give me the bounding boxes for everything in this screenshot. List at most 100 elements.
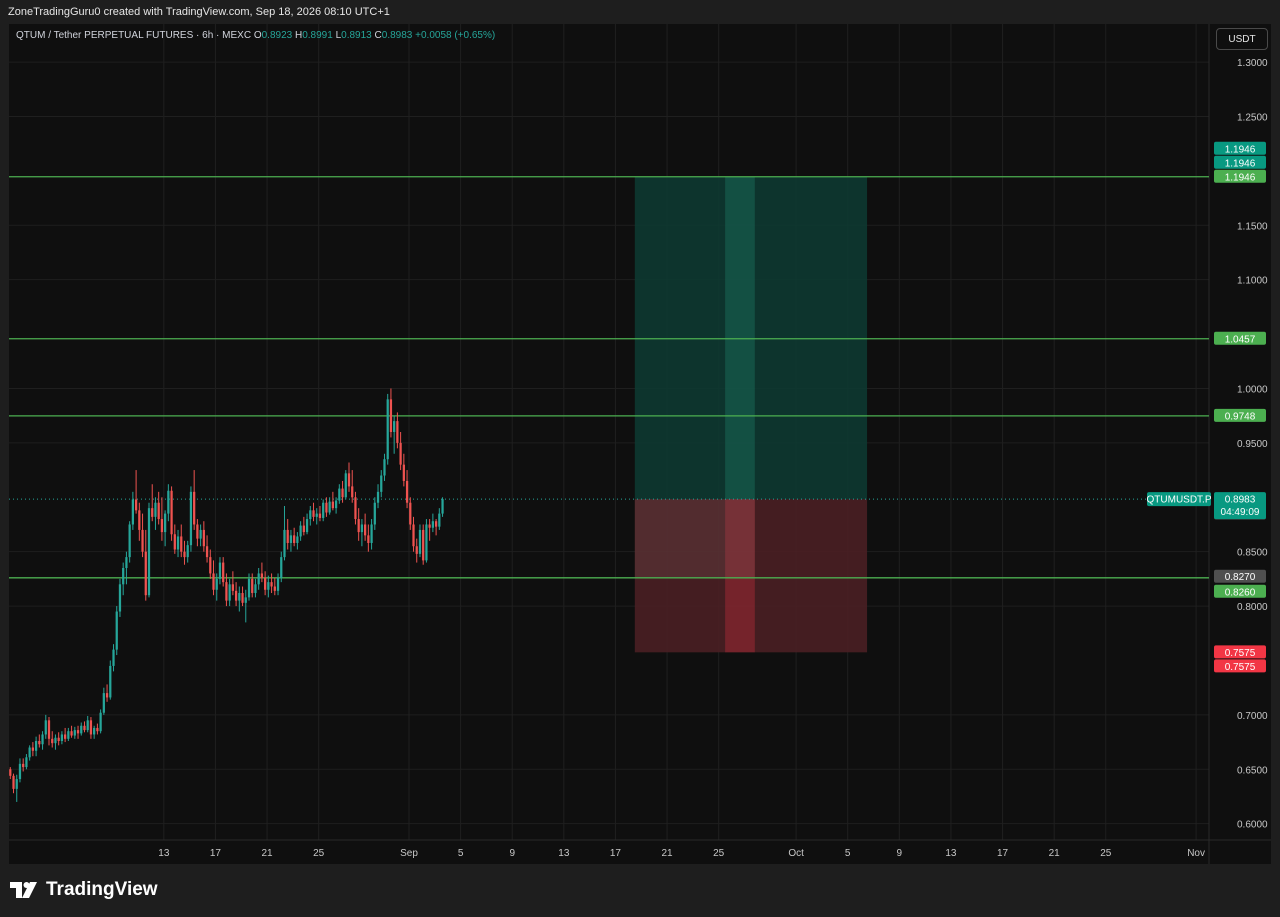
candle-body[interactable] <box>125 557 128 568</box>
candle-body[interactable] <box>405 480 409 503</box>
candle-body[interactable] <box>412 524 415 547</box>
candle-body[interactable] <box>402 464 405 481</box>
candle-body[interactable] <box>286 529 289 543</box>
candle-body[interactable] <box>434 521 438 527</box>
candle-body[interactable] <box>83 725 86 731</box>
candle-body[interactable] <box>257 573 260 585</box>
candle-body[interactable] <box>205 546 209 558</box>
candle-body[interactable] <box>60 734 64 741</box>
candle-body[interactable] <box>89 720 93 735</box>
candle-body[interactable] <box>64 734 67 739</box>
candle-body[interactable] <box>354 497 357 520</box>
candle-body[interactable] <box>202 529 205 547</box>
candle-body[interactable] <box>431 521 434 528</box>
candle-body[interactable] <box>338 488 341 501</box>
candle-body[interactable] <box>51 738 54 744</box>
candle-body[interactable] <box>438 513 441 527</box>
candle-body[interactable] <box>389 399 393 432</box>
candle-body[interactable] <box>138 510 141 530</box>
candle-body[interactable] <box>141 529 144 552</box>
candle-body[interactable] <box>31 747 34 751</box>
candle-body[interactable] <box>260 573 264 578</box>
candle-body[interactable] <box>196 524 199 539</box>
symbol-title[interactable]: QTUM / Tether PERPETUAL FUTURES · 6h · M… <box>16 30 251 41</box>
candle-body[interactable] <box>34 740 38 751</box>
candle-body[interactable] <box>386 399 389 460</box>
candle-body[interactable] <box>347 473 351 487</box>
candle-body[interactable] <box>164 513 167 533</box>
candle-body[interactable] <box>38 740 41 745</box>
candle-body[interactable] <box>189 491 193 546</box>
candle-body[interactable] <box>212 573 215 590</box>
candle-body[interactable] <box>305 519 309 533</box>
candle-body[interactable] <box>47 720 51 739</box>
candle-body[interactable] <box>147 508 151 596</box>
candle-body[interactable] <box>180 536 183 552</box>
candle-body[interactable] <box>351 486 354 498</box>
candle-body[interactable] <box>157 502 160 520</box>
candle-body[interactable] <box>18 763 22 780</box>
candle-body[interactable] <box>86 720 89 731</box>
candle-body[interactable] <box>54 737 57 744</box>
candle-body[interactable] <box>70 731 73 736</box>
candle-body[interactable] <box>418 529 422 554</box>
candle-body[interactable] <box>315 513 318 517</box>
candle-body[interactable] <box>109 665 112 698</box>
candle-body[interactable] <box>234 590 238 601</box>
candle-body[interactable] <box>393 421 396 432</box>
candle-body[interactable] <box>99 712 102 732</box>
candle-body[interactable] <box>22 763 25 768</box>
candle-body[interactable] <box>25 757 28 768</box>
candle-body[interactable] <box>183 551 186 558</box>
candle-body[interactable] <box>118 584 122 612</box>
candle-body[interactable] <box>396 421 399 443</box>
candle-body[interactable] <box>296 536 299 543</box>
candle-body[interactable] <box>441 499 444 514</box>
candle-body[interactable] <box>193 491 196 525</box>
candle-body[interactable] <box>105 693 109 698</box>
candle-body[interactable] <box>209 557 212 574</box>
candle-body[interactable] <box>170 490 173 535</box>
candle-body[interactable] <box>131 499 134 525</box>
candle-body[interactable] <box>364 524 367 536</box>
candle-body[interactable] <box>76 730 80 734</box>
candle-body[interactable] <box>167 490 170 514</box>
candle-body[interactable] <box>93 727 96 735</box>
candle-body[interactable] <box>264 577 267 590</box>
candle-body[interactable] <box>57 737 60 741</box>
candle-body[interactable] <box>409 502 412 525</box>
candle-body[interactable] <box>283 529 286 558</box>
candle-body[interactable] <box>276 577 280 591</box>
candle-body[interactable] <box>328 501 331 513</box>
candle-body[interactable] <box>376 491 380 503</box>
candle-body[interactable] <box>151 508 154 517</box>
candle-body[interactable] <box>367 535 370 543</box>
candle-body[interactable] <box>154 502 157 517</box>
candle-body[interactable] <box>134 499 138 511</box>
candle-body[interactable] <box>428 524 431 528</box>
candle-body[interactable] <box>215 578 218 590</box>
candle-body[interactable] <box>225 582 228 601</box>
candle-body[interactable] <box>160 519 164 533</box>
candle-body[interactable] <box>228 584 231 601</box>
candle-body[interactable] <box>128 524 131 558</box>
candle-body[interactable] <box>302 525 305 533</box>
candle-body[interactable] <box>241 593 244 603</box>
candle-body[interactable] <box>299 525 302 537</box>
candle-body[interactable] <box>331 501 334 509</box>
currency-button[interactable]: USDT <box>1216 28 1268 50</box>
candle-body[interactable] <box>247 578 251 598</box>
candle-body[interactable] <box>380 475 383 492</box>
candle-body[interactable] <box>244 597 247 603</box>
candle-body[interactable] <box>41 734 44 745</box>
candle-body[interactable] <box>325 502 328 513</box>
candle-body[interactable] <box>251 578 254 594</box>
candle-body[interactable] <box>293 535 296 543</box>
candle-body[interactable] <box>122 568 125 585</box>
candle-body[interactable] <box>238 593 241 601</box>
candle-body[interactable] <box>12 775 15 789</box>
candle-body[interactable] <box>422 529 425 561</box>
tradingview-logo[interactable]: TradingView <box>10 879 158 901</box>
candle-body[interactable] <box>96 727 99 732</box>
candle-body[interactable] <box>9 769 12 776</box>
